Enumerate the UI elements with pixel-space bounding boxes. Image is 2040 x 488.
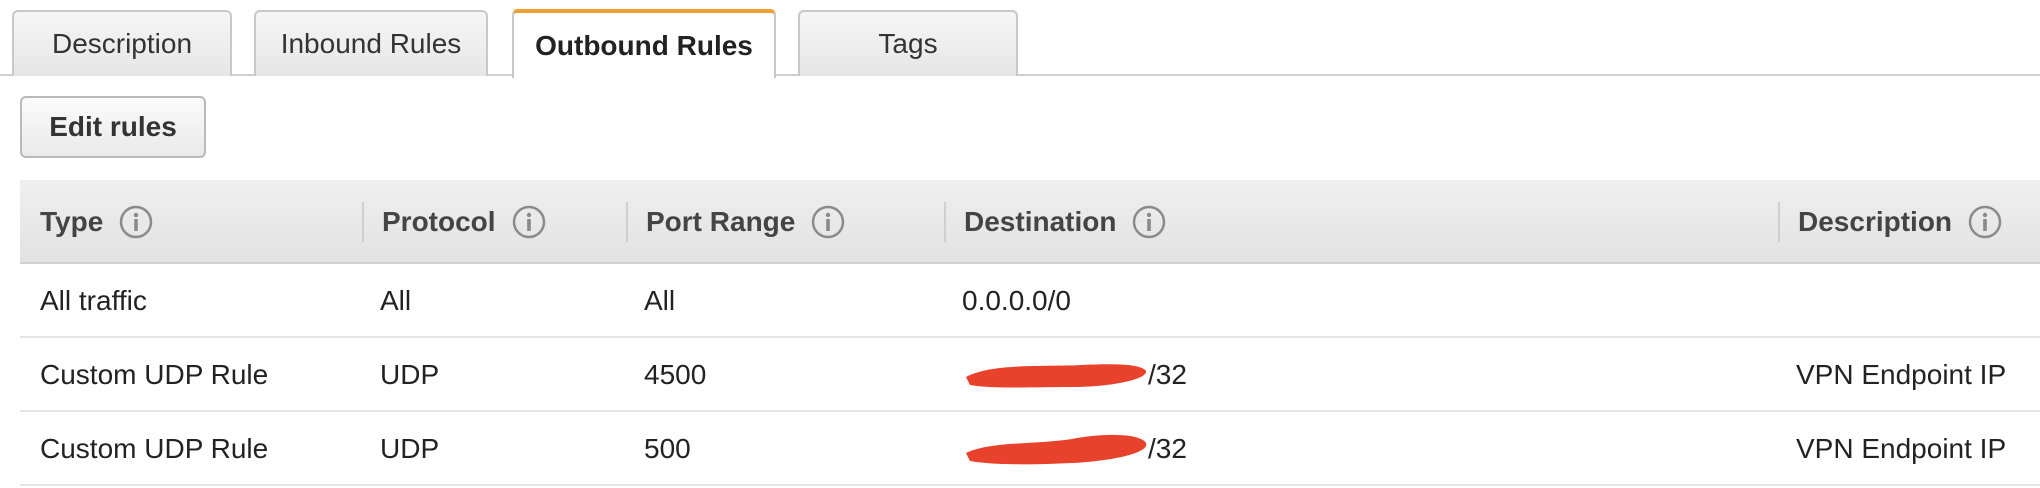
cell-port-range: 4500 (644, 359, 707, 390)
column-header-label: Port Range (646, 206, 796, 237)
column-header-label: Destination (964, 206, 1117, 237)
column-header-type[interactable]: Type (40, 180, 153, 264)
cell-port-range: All (644, 285, 676, 316)
table-row[interactable]: All traffic All All 0.0.0.0/0 (20, 264, 2040, 338)
cell-type: Custom UDP Rule (40, 433, 269, 464)
tab-tags[interactable]: Tags (798, 10, 1018, 76)
column-header-destination[interactable]: Destination (944, 180, 1166, 264)
redaction-mark (962, 361, 1148, 389)
cell-protocol: All (380, 285, 412, 316)
edit-rules-button[interactable]: Edit rules (20, 96, 206, 158)
column-header-label: Description (1798, 206, 1953, 237)
cell-port-range: 500 (644, 433, 691, 464)
tab-description[interactable]: Description (12, 10, 232, 76)
column-header-protocol[interactable]: Protocol (362, 180, 546, 264)
cell-protocol: UDP (380, 433, 440, 464)
cell-type: Custom UDP Rule (40, 359, 269, 390)
destination-suffix: /32 (1148, 359, 1187, 390)
tab-bar: Description Inbound Rules Outbound Rules… (0, 0, 2040, 78)
outbound-rules-table: Type Protocol Port Range Destination Des… (20, 180, 2040, 486)
destination-suffix: /32 (1148, 433, 1187, 464)
cell-description: VPN Endpoint IP (1796, 433, 2007, 464)
column-header-description[interactable]: Description (1778, 180, 2002, 264)
column-divider[interactable] (1778, 202, 1780, 242)
column-divider[interactable] (944, 202, 946, 242)
redaction-mark (962, 434, 1148, 465)
column-divider[interactable] (626, 202, 628, 242)
table-row[interactable]: Custom UDP Rule UDP 4500 /32 VPN Endpoin… (20, 338, 2040, 412)
cell-description: VPN Endpoint IP (1796, 359, 2007, 390)
tab-inbound-rules[interactable]: Inbound Rules (254, 10, 488, 76)
info-circle-icon[interactable] (119, 205, 153, 239)
cell-destination: /32 (962, 338, 1187, 412)
table-header: Type Protocol Port Range Destination Des… (20, 180, 2040, 264)
column-header-label: Protocol (382, 206, 496, 237)
column-header-label: Type (40, 206, 104, 237)
cell-destination: 0.0.0.0/0 (962, 285, 1071, 316)
info-circle-icon[interactable] (1968, 205, 2002, 239)
cell-protocol: UDP (380, 359, 440, 390)
tab-outbound-rules[interactable]: Outbound Rules (512, 9, 776, 78)
info-circle-icon[interactable] (512, 205, 546, 239)
column-divider[interactable] (362, 202, 364, 242)
column-header-port-range[interactable]: Port Range (626, 180, 845, 264)
info-circle-icon[interactable] (811, 205, 845, 239)
table-row[interactable]: Custom UDP Rule UDP 500 /32 VPN Endpoint… (20, 412, 2040, 486)
info-circle-icon[interactable] (1132, 205, 1166, 239)
cell-destination: /32 (962, 412, 1187, 486)
cell-type: All traffic (40, 285, 147, 316)
